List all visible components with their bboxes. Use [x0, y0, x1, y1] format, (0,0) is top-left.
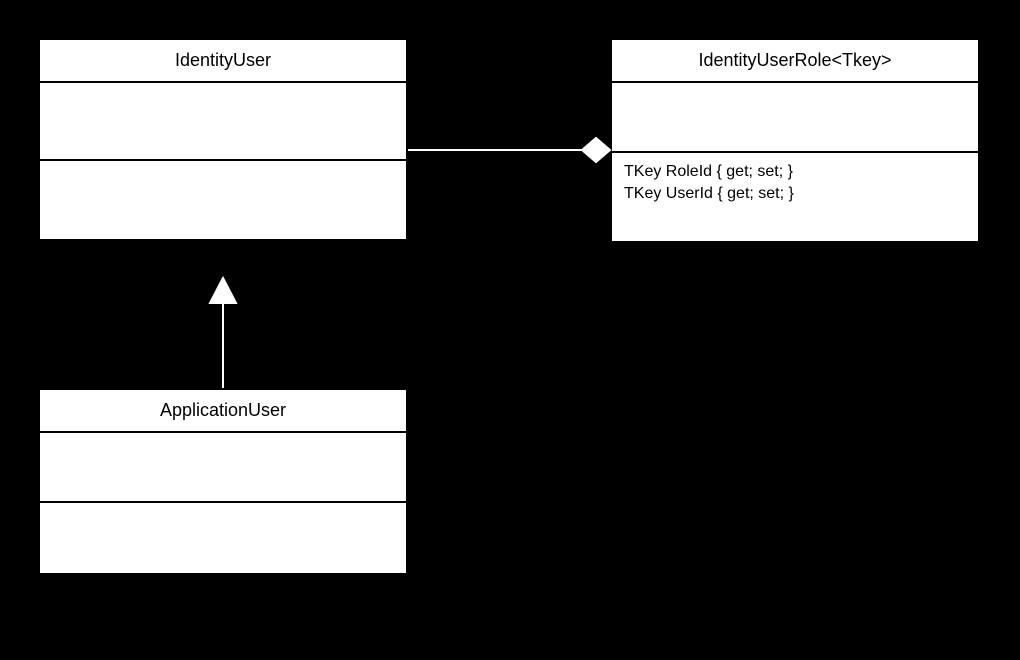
class-operations: [40, 161, 406, 239]
class-identity-user-role: IdentityUserRole<Tkey> TKey RoleId { get…: [610, 38, 980, 243]
class-title: IdentityUser: [40, 40, 406, 83]
class-operations: [40, 503, 406, 573]
class-operations: TKey RoleId { get; set; } TKey UserId { …: [612, 153, 978, 241]
class-attributes: [40, 433, 406, 503]
class-title: IdentityUserRole<Tkey>: [612, 40, 978, 83]
class-identity-user: IdentityUser: [38, 38, 408, 241]
inheritance-connector: [210, 278, 236, 388]
operation-row: TKey RoleId { get; set; }: [624, 161, 966, 183]
class-application-user: ApplicationUser: [38, 388, 408, 575]
operation-row: TKey UserId { get; set; }: [624, 183, 966, 205]
class-title: ApplicationUser: [40, 390, 406, 433]
class-attributes: [40, 83, 406, 161]
class-attributes: [612, 83, 978, 153]
aggregation-connector: [408, 138, 610, 162]
